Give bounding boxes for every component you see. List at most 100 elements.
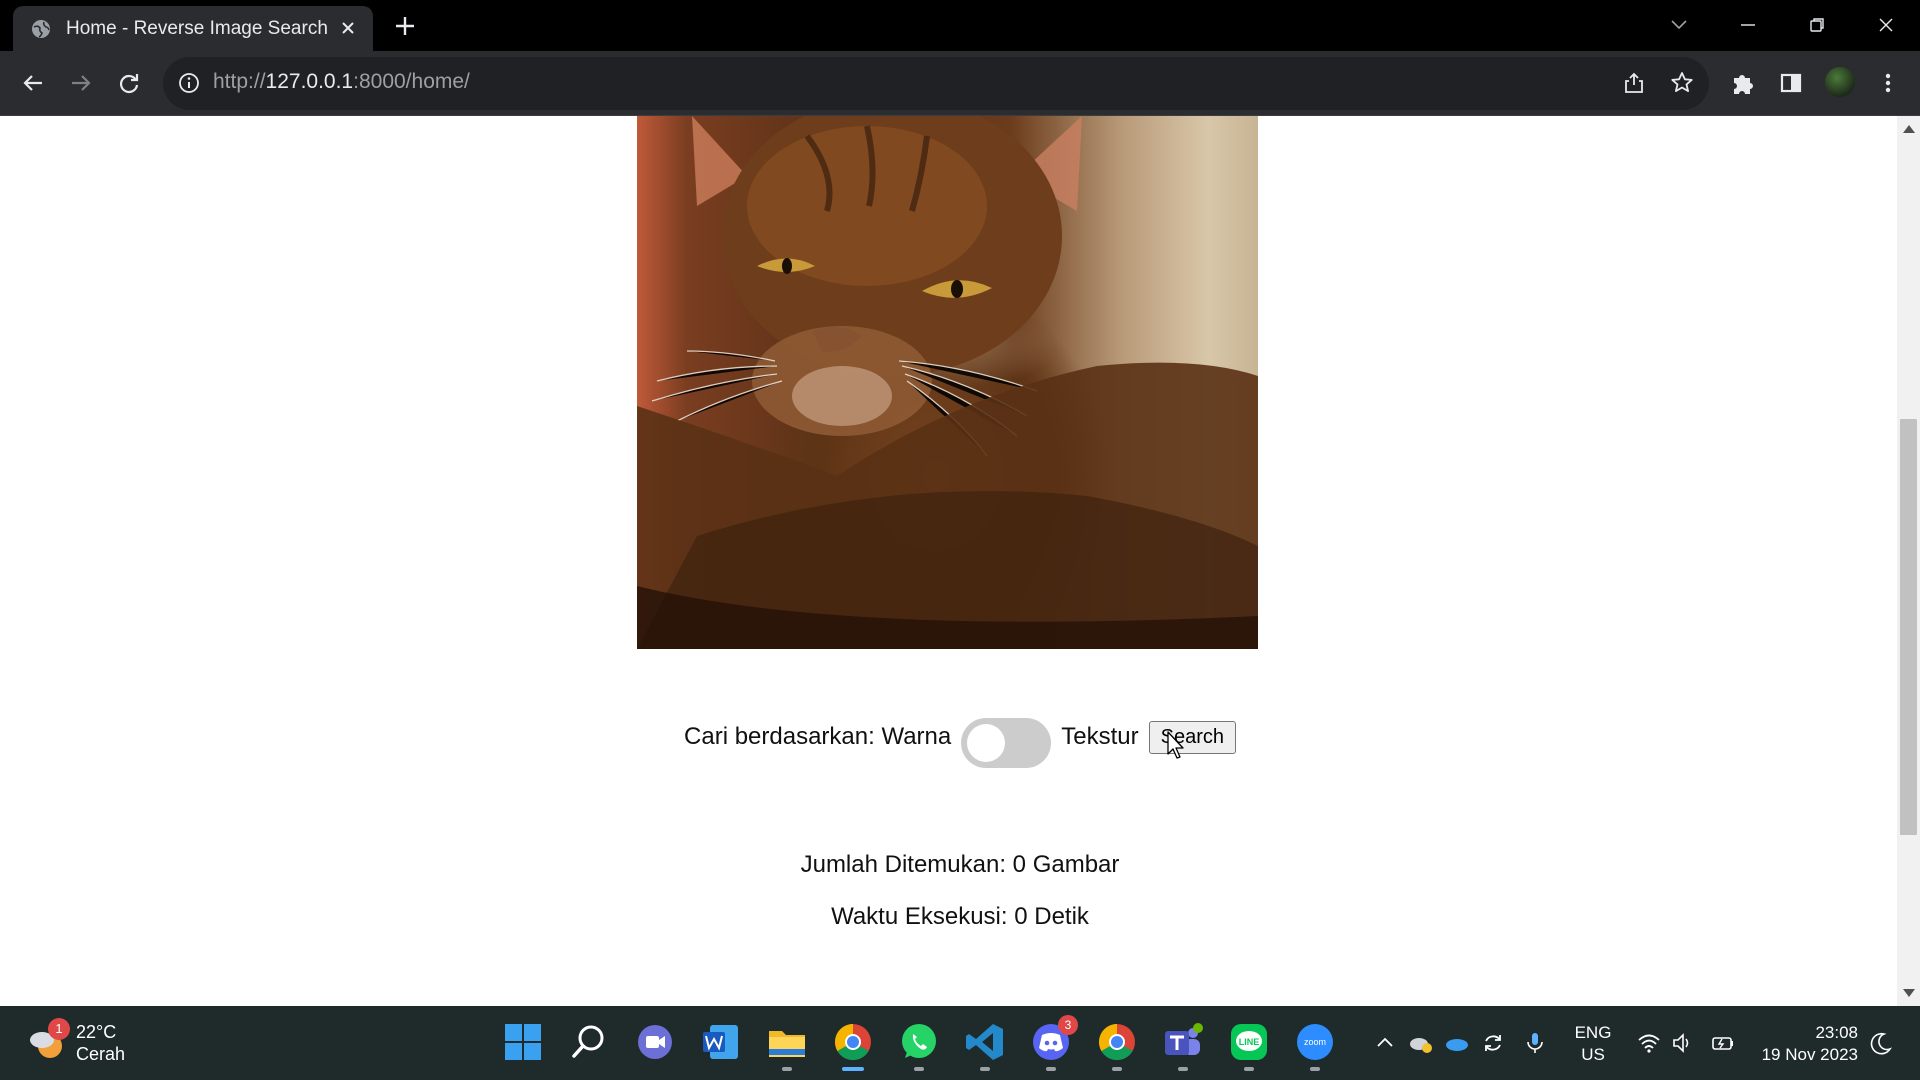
- vertical-scrollbar[interactable]: [1897, 116, 1920, 1006]
- start-button[interactable]: [500, 1019, 546, 1065]
- scrollbar-thumb[interactable]: [1900, 419, 1917, 835]
- globe-icon: [32, 20, 50, 38]
- running-indicator: [1244, 1067, 1254, 1071]
- share-icon[interactable]: [1621, 70, 1647, 96]
- color-texture-toggle[interactable]: [961, 718, 1052, 768]
- taskbar-discord[interactable]: 3: [1028, 1015, 1078, 1071]
- zoom-label: zoom: [1304, 1037, 1326, 1047]
- running-indicator: [980, 1067, 990, 1071]
- query-image: [637, 116, 1258, 649]
- clock-time: 23:08: [1815, 1023, 1858, 1042]
- toggle-knob: [967, 724, 1006, 762]
- running-indicator: [782, 1067, 792, 1071]
- taskbar-search[interactable]: [566, 1019, 612, 1065]
- address-bar[interactable]: http://127.0.0.1:8000/home/: [163, 57, 1709, 110]
- browser-tab[interactable]: Home - Reverse Image Search: [13, 6, 373, 51]
- meet-icon: [638, 1025, 672, 1059]
- taskbar-chrome[interactable]: [830, 1019, 876, 1071]
- profile-avatar[interactable]: [1823, 65, 1857, 99]
- language-code: ENG: [1574, 1023, 1612, 1042]
- taskbar-file-explorer[interactable]: [764, 1019, 810, 1071]
- wifi-icon[interactable]: [1636, 1030, 1662, 1056]
- minimize-icon[interactable]: [1733, 10, 1763, 40]
- forward-arrow-icon[interactable]: [66, 68, 96, 98]
- onedrive-warning-icon[interactable]: [1408, 1030, 1434, 1056]
- windows-start-icon: [505, 1024, 541, 1060]
- texture-label: Tekstur: [1061, 723, 1139, 750]
- focus-moon-icon[interactable]: [1868, 1030, 1894, 1056]
- weather-temperature: 22°C: [76, 1022, 117, 1042]
- sync-icon[interactable]: [1480, 1030, 1506, 1056]
- windows-taskbar: 1 22°C Cerah 3 LINE zoom ENG US 23:08 19…: [0, 1006, 1920, 1080]
- microphone-icon[interactable]: [1522, 1030, 1548, 1056]
- execution-time: Waktu Eksekusi: 0 Detik: [831, 903, 1089, 930]
- zoom-icon: zoom: [1297, 1024, 1333, 1060]
- whatsapp-icon: [902, 1024, 936, 1058]
- restore-icon[interactable]: [1802, 10, 1832, 40]
- chrome-icon: [834, 1024, 871, 1061]
- weather-condition: Cerah: [76, 1044, 126, 1064]
- url-scheme: http://: [213, 70, 266, 93]
- volume-icon[interactable]: [1670, 1030, 1696, 1056]
- page-viewport: Cari berdasarkan: Warna Tekstur Search J…: [0, 116, 1920, 1006]
- scroll-down-arrow-icon[interactable]: [1903, 989, 1915, 997]
- cat-illustration: [637, 116, 1258, 649]
- running-indicator: [914, 1067, 924, 1071]
- word-icon: [703, 1025, 738, 1059]
- found-count: Jumlah Ditemukan: 0 Gambar: [800, 851, 1120, 878]
- url-path: :8000/home/: [353, 70, 470, 93]
- taskbar-zoom[interactable]: zoom: [1292, 1019, 1338, 1071]
- tab-bar: Home - Reverse Image Search: [0, 0, 1920, 51]
- mouse-cursor-icon: [1167, 731, 1184, 759]
- search-by-label: Cari berdasarkan: Warna: [684, 723, 952, 750]
- running-indicator: [1112, 1067, 1122, 1071]
- browser-toolbar: http://127.0.0.1:8000/home/: [0, 51, 1920, 116]
- close-icon[interactable]: [337, 17, 359, 39]
- discord-badge: 3: [1058, 1015, 1078, 1035]
- close-window-icon[interactable]: [1871, 10, 1901, 40]
- search-controls: Cari berdasarkan: Warna Tekstur Search: [0, 712, 1920, 768]
- more-menu-icon[interactable]: [1873, 68, 1903, 98]
- bookmark-star-icon[interactable]: [1669, 70, 1695, 96]
- weather-badge: 1: [48, 1018, 70, 1040]
- weather-widget[interactable]: 1 22°C Cerah: [28, 1018, 188, 1068]
- taskbar-whatsapp[interactable]: [896, 1019, 942, 1071]
- side-panel-icon[interactable]: [1776, 68, 1806, 98]
- svg-text:LINE: LINE: [1239, 1037, 1260, 1047]
- tab-title: Home - Reverse Image Search: [66, 18, 328, 39]
- chrome-profile-icon: [1098, 1024, 1135, 1061]
- new-tab-icon[interactable]: [392, 13, 418, 39]
- taskbar-word[interactable]: [698, 1019, 744, 1065]
- running-indicator: [1310, 1067, 1320, 1071]
- search-icon: [572, 1025, 604, 1058]
- taskbar-chrome-profile[interactable]: [1094, 1019, 1140, 1071]
- browser-window: Home - Reverse Image Search http://127.0…: [0, 0, 1920, 1080]
- taskbar-teams[interactable]: [1160, 1019, 1206, 1071]
- region-code: US: [1581, 1045, 1605, 1064]
- line-icon: LINE: [1231, 1024, 1267, 1060]
- onedrive-cloud-icon[interactable]: [1444, 1030, 1470, 1056]
- search-button[interactable]: Search: [1148, 720, 1236, 754]
- url-host: 127.0.0.1: [265, 70, 354, 93]
- taskbar-vscode[interactable]: [962, 1019, 1008, 1071]
- battery-icon[interactable]: [1710, 1030, 1736, 1056]
- reload-icon[interactable]: [114, 68, 144, 98]
- taskbar-line[interactable]: LINE: [1226, 1019, 1272, 1071]
- back-arrow-icon[interactable]: [18, 68, 48, 98]
- clock-date: 19 Nov 2023: [1761, 1045, 1858, 1064]
- system-clock[interactable]: 23:08 19 Nov 2023: [1752, 1022, 1858, 1066]
- running-indicator: [1046, 1067, 1056, 1071]
- extensions-puzzle-icon[interactable]: [1728, 68, 1758, 98]
- active-indicator: [842, 1067, 864, 1071]
- running-indicator: [1178, 1067, 1188, 1071]
- chevron-up-icon[interactable]: [1372, 1030, 1398, 1056]
- teams-icon: [1165, 1023, 1203, 1055]
- language-indicator[interactable]: ENG US: [1573, 1022, 1613, 1066]
- file-explorer-icon: [769, 1031, 805, 1057]
- taskbar-meet[interactable]: [632, 1019, 678, 1065]
- scroll-up-arrow-icon[interactable]: [1903, 125, 1915, 133]
- info-icon[interactable]: [177, 71, 201, 95]
- chevron-down-icon[interactable]: [1664, 10, 1694, 40]
- vscode-icon: [966, 1024, 1003, 1060]
- url-text: http://127.0.0.1:8000/home/: [213, 70, 470, 94]
